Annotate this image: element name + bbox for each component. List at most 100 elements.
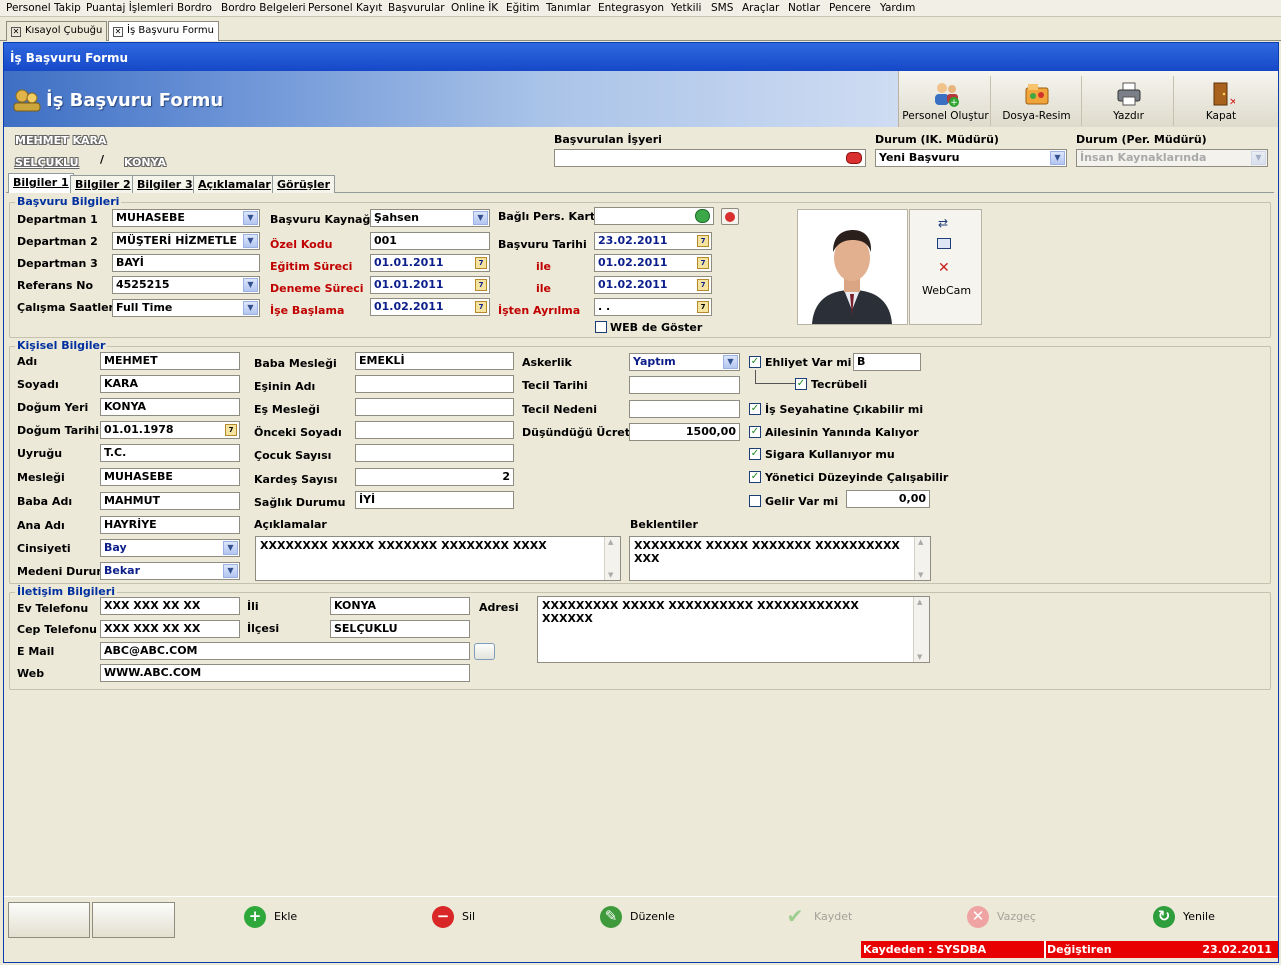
applied-workplace-field[interactable] (554, 149, 866, 167)
menu-egitim[interactable]: Eğitim (506, 2, 539, 14)
license-checkbox[interactable]: ✓ (749, 356, 761, 368)
income-checkbox[interactable] (749, 495, 761, 507)
calendar-icon[interactable]: 7 (475, 279, 487, 291)
card-field[interactable] (594, 207, 714, 225)
nav-button-1[interactable] (8, 902, 90, 938)
military-select[interactable]: Yaptım ▼ (629, 353, 740, 371)
marital-select[interactable]: Bekar ▼ (100, 562, 240, 580)
tab-bilgiler-2[interactable]: Bilgiler 2 (70, 175, 136, 193)
chevron-down-icon[interactable]: ▼ (243, 211, 258, 225)
menu-basvurular[interactable]: Başvurular (388, 2, 445, 14)
menu-yardim[interactable]: Yardım (880, 2, 915, 14)
dept3-field[interactable]: BAYİ (112, 254, 260, 272)
expect-scrollbar[interactable] (914, 537, 930, 580)
refresh-icon[interactable] (695, 209, 710, 223)
tab-aciklamalar[interactable]: Açıklamalar (193, 175, 276, 193)
code-field[interactable]: 001 (370, 232, 490, 250)
discharge-date-field[interactable] (629, 376, 740, 394)
refresh-button[interactable]: ↻ Yenile (1153, 906, 1215, 932)
calendar-icon[interactable]: 7 (697, 279, 709, 291)
district-field[interactable]: SELÇUKLU (330, 620, 470, 638)
web-field[interactable]: WWW.ABC.COM (100, 664, 470, 682)
application-date-field[interactable]: 23.02.2011 7 (594, 232, 712, 250)
nav-button-2[interactable] (92, 902, 175, 938)
birthdate-field[interactable]: 01.01.1978 7 (100, 421, 240, 439)
trial-start-field[interactable]: 01.01.2011 7 (370, 276, 490, 294)
start-date-field[interactable]: 01.02.2011 7 (370, 298, 490, 316)
menu-tanimlar[interactable]: Tanımlar (546, 2, 591, 14)
menu-araclar[interactable]: Araçlar (742, 2, 779, 14)
menu-notlar[interactable]: Notlar (788, 2, 820, 14)
send-email-button[interactable] (474, 643, 495, 660)
rotate-icon[interactable]: ⇄ (938, 216, 948, 230)
tab-gorusler[interactable]: Görüşler (272, 175, 336, 193)
create-personnel-button[interactable]: + Personel Oluştur (901, 76, 991, 126)
chevron-down-icon[interactable]: ▼ (1050, 151, 1065, 165)
nationality-field[interactable]: T.C. (100, 444, 240, 462)
save-button[interactable]: ✔ Kaydet (784, 906, 853, 932)
notes-scrollbar[interactable] (604, 537, 620, 580)
menu-pencere[interactable]: Pencere (829, 2, 871, 14)
doc-tab-shortcuts[interactable]: ✕ Kısayol Çubuğu (6, 21, 108, 41)
spouse-job-field[interactable] (355, 398, 514, 416)
menu-personel-kayit[interactable]: Personel Kayıt (308, 2, 382, 14)
calendar-icon[interactable]: 7 (475, 257, 487, 269)
address-scrollbar[interactable] (913, 597, 929, 662)
calendar-icon[interactable]: 7 (475, 301, 487, 313)
mobile-phone-field[interactable]: XXX XXX XX XX (100, 620, 240, 638)
dept2-select[interactable]: MÜŞTERİ HİZMETLE ▼ (112, 232, 260, 250)
menu-puantaj[interactable]: Puantaj İşlemleri (86, 2, 173, 14)
ref-select[interactable]: 4525215 ▼ (112, 276, 260, 294)
address-textarea[interactable]: XXXXXXXXX XXXXX XXXXXXXXXX XXXXXXXXXXXX … (537, 596, 930, 663)
trial-end-field[interactable]: 01.02.2011 7 (594, 276, 712, 294)
edit-button[interactable]: ✎ Düzenle (600, 906, 675, 932)
salary-field[interactable]: 1500,00 (629, 423, 740, 441)
children-field[interactable] (355, 444, 514, 462)
dept1-select[interactable]: MUHASEBE ▼ (112, 209, 260, 227)
cancel-button[interactable]: ✕ Vazgeç (967, 906, 1036, 932)
prev-surname-field[interactable] (355, 421, 514, 439)
close-icon[interactable]: ✕ (11, 27, 21, 37)
frame-icon[interactable] (937, 238, 951, 249)
menu-yetkili[interactable]: Yetkili (671, 2, 701, 14)
close-button[interactable]: ✕ Kapat (1176, 76, 1266, 126)
job-field[interactable]: MUHASEBE (100, 468, 240, 486)
expect-textarea[interactable]: XXXXXXXX XXXXX XXXXXXX XXXXXXXXXX XXX (629, 536, 931, 581)
web-show-checkbox[interactable] (595, 321, 607, 333)
chevron-down-icon[interactable]: ▼ (243, 234, 258, 248)
add-button[interactable]: + Ekle (244, 906, 297, 932)
menu-bordro[interactable]: Bordro (177, 2, 212, 14)
gender-select[interactable]: Bay ▼ (100, 539, 240, 557)
calendar-icon[interactable]: 7 (225, 424, 237, 436)
doc-tab-application-form[interactable]: ✕ İş Başvuru Formu (108, 21, 219, 41)
city-field[interactable]: KONYA (330, 597, 470, 615)
chevron-down-icon[interactable]: ▼ (243, 278, 258, 292)
webcam-button[interactable]: WebCam (922, 284, 971, 297)
menu-personel-takip[interactable]: Personel Takip (6, 2, 81, 14)
tab-bilgiler-3[interactable]: Bilgiler 3 (132, 175, 198, 193)
email-field[interactable]: ABC@ABC.COM (100, 642, 470, 660)
close-icon[interactable]: ✕ (113, 27, 123, 37)
clear-icon[interactable] (846, 152, 862, 164)
chevron-down-icon[interactable]: ▼ (223, 564, 238, 578)
delete-button[interactable]: − Sil (432, 906, 475, 932)
status-ik-select[interactable]: Yeni Başvuru ▼ (875, 149, 1067, 167)
hours-select[interactable]: Full Time ▼ (112, 299, 260, 317)
edu-end-field[interactable]: 01.02.2011 7 (594, 254, 712, 272)
leave-date-field[interactable]: . . 7 (594, 298, 712, 316)
smoke-checkbox[interactable]: ✓ (749, 448, 761, 460)
chevron-down-icon[interactable]: ▼ (223, 541, 238, 555)
clear-card-button[interactable] (721, 208, 739, 225)
menu-entegrasyon[interactable]: Entegrasyon (598, 2, 664, 14)
print-button[interactable]: Yazdır (1084, 76, 1174, 126)
mother-field[interactable]: HAYRİYE (100, 516, 240, 534)
license-class-field[interactable]: B (853, 353, 921, 371)
calendar-icon[interactable]: 7 (697, 301, 709, 313)
surname-field[interactable]: KARA (100, 375, 240, 393)
name-field[interactable]: MEHMET (100, 352, 240, 370)
birthplace-field[interactable]: KONYA (100, 398, 240, 416)
father-field[interactable]: MAHMUT (100, 492, 240, 510)
travel-checkbox[interactable]: ✓ (749, 403, 761, 415)
spouse-field[interactable] (355, 375, 514, 393)
source-select[interactable]: Şahsen ▼ (370, 209, 490, 227)
